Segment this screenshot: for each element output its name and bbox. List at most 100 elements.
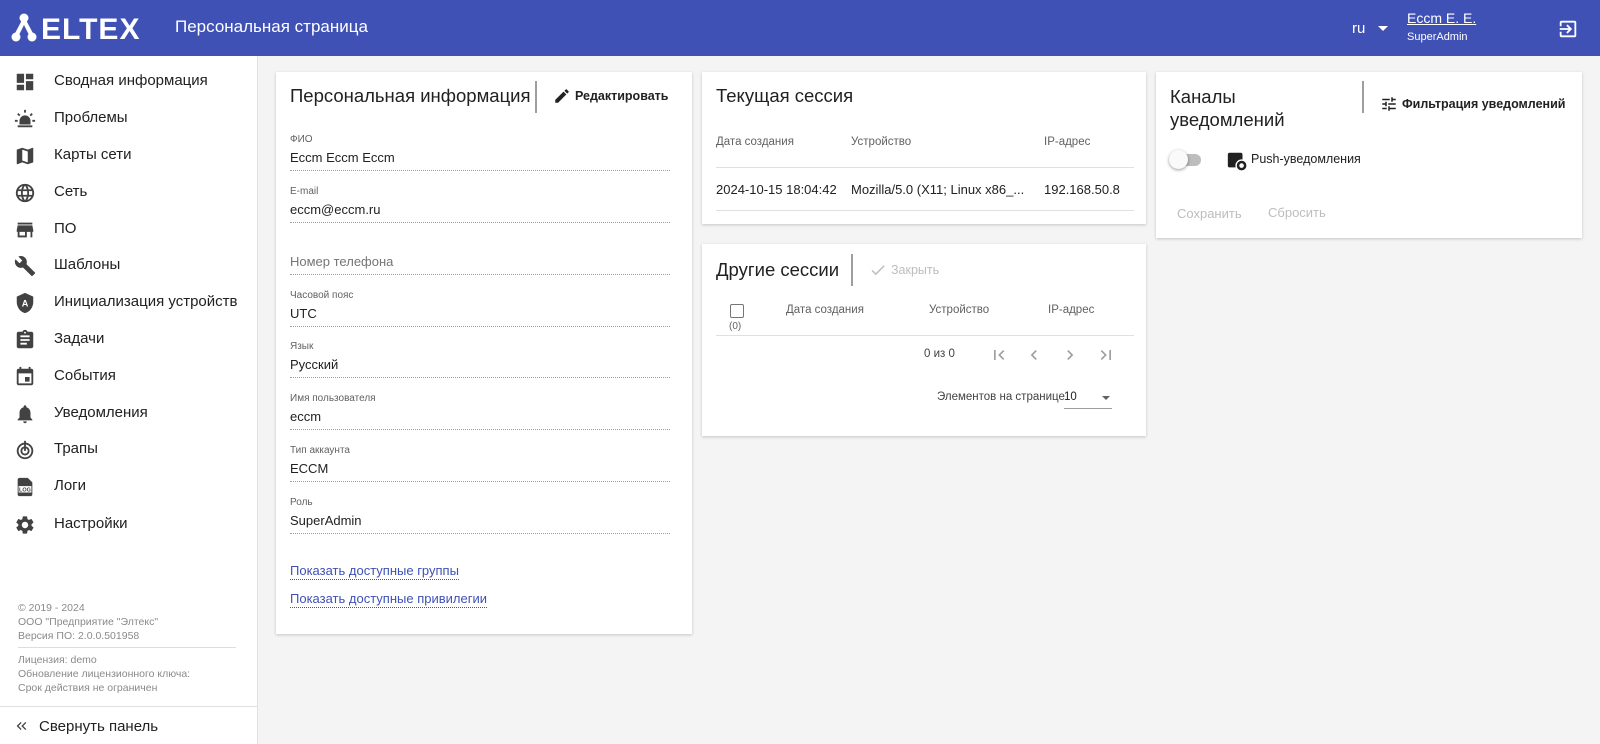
select-underline (1064, 408, 1112, 409)
field-underline (290, 377, 670, 378)
store-icon (16, 222, 34, 238)
collapse-panel-button[interactable]: Свернуть панель (0, 707, 257, 744)
sidebar-item-label: Логи (54, 477, 87, 494)
check-icon (871, 265, 885, 276)
sidebar-item-settings[interactable]: Настройки (0, 506, 257, 542)
filter-notifications-button[interactable]: Фильтрация уведомлений (1380, 95, 1565, 113)
sidebar-item-label: Сеть (54, 183, 88, 200)
sidebar-item-device-init[interactable]: A Инициализация устройств (0, 284, 257, 320)
bell-icon (17, 405, 33, 424)
table-divider (716, 335, 1134, 336)
language-label: Язык (290, 341, 314, 352)
license-term: Срок действия не ограничен (18, 682, 158, 694)
email-value: eccm@eccm.ru (290, 202, 381, 217)
show-groups-link[interactable]: Показать доступные группы (290, 563, 459, 580)
notification-channels-card: Каналы уведомлений Фильтрация уведомлени… (1156, 72, 1582, 238)
double-chevron-left-icon (16, 722, 27, 730)
chevron-down-icon[interactable] (1102, 396, 1110, 400)
sidebar-item-summary[interactable]: Сводная информация (0, 63, 257, 99)
company-name: ООО "Предприятие "Элтекс" (18, 616, 159, 628)
channels-title-line1: Каналы (1170, 86, 1236, 107)
sidebar-item-software[interactable]: ПО (0, 211, 257, 247)
sidebar-item-problems[interactable]: Проблемы (0, 100, 257, 136)
role-label: Роль (290, 497, 313, 508)
reset-button[interactable]: Сбросить (1268, 205, 1326, 220)
previous-page-icon[interactable] (1024, 345, 1044, 365)
language-value: Русский (290, 357, 339, 372)
session-created: 2024-10-15 18:04:42 (716, 182, 837, 197)
next-page-icon[interactable] (1060, 345, 1080, 365)
software-version: Версия ПО: 2.0.0.501958 (18, 630, 140, 642)
select-all-checkbox[interactable] (730, 304, 744, 318)
sidebar-item-tasks[interactable]: Задачи (0, 321, 257, 357)
dashboard-icon (16, 73, 34, 91)
sidebar-item-traps[interactable]: Трапы (0, 431, 257, 467)
sidebar-item-templates[interactable]: Шаблоны (0, 247, 257, 283)
close-sessions-label: Закрыть (891, 263, 940, 277)
role-value: SuperAdmin (290, 513, 362, 528)
sidebar-item-network-maps[interactable]: Карты сети (0, 137, 257, 173)
session-device: Mozilla/5.0 (X11; Linux x86_... (851, 182, 1025, 197)
pagination-range: 0 из 0 (924, 348, 955, 360)
timezone-label: Часовой пояс (290, 290, 354, 301)
field-underline (290, 222, 670, 223)
push-notification-icon (1227, 152, 1248, 172)
account-type-label: Тип аккаунта (290, 445, 350, 456)
clipboard-icon (16, 329, 34, 349)
full-name-label: ФИО (290, 134, 313, 145)
title-separator (851, 254, 853, 286)
sidebar-item-label: Уведомления (54, 404, 148, 421)
personal-info-title: Персональная информация (290, 85, 531, 106)
gear-icon (16, 516, 34, 534)
push-label: Push-уведомления (1251, 152, 1361, 166)
globe-icon (15, 183, 35, 203)
sidebar-item-label: ПО (54, 220, 77, 237)
sidebar-item-label: Сводная информация (54, 72, 208, 89)
field-underline (290, 429, 670, 430)
timezone-value: UTC (290, 306, 317, 321)
column-header-created: Дата создания (786, 304, 864, 316)
svg-text:A: A (22, 299, 29, 309)
user-name-link[interactable]: Eccm E. E. (1407, 10, 1476, 26)
auto-icon: A (16, 292, 34, 314)
tune-icon (1382, 97, 1396, 111)
selected-count: (0) (729, 321, 742, 332)
sidebar-item-label: Задачи (54, 330, 105, 347)
user-role: SuperAdmin (1407, 31, 1468, 43)
edit-button[interactable]: Редактировать (553, 87, 668, 105)
language-select[interactable]: ru (1352, 20, 1365, 37)
map-icon (16, 147, 34, 165)
personal-info-card: Персональная информация Редактировать ФИ… (276, 72, 692, 634)
sidebar-item-network[interactable]: Сеть (0, 174, 257, 210)
first-page-icon[interactable] (989, 345, 1009, 365)
trap-icon (16, 440, 34, 460)
last-page-icon[interactable] (1096, 345, 1116, 365)
field-underline (290, 170, 670, 171)
column-header-device: Устройство (929, 304, 990, 316)
sidebar-item-label: События (54, 367, 116, 384)
eltex-logo[interactable]: ELTEX (10, 12, 155, 44)
save-button[interactable]: Сохранить (1177, 206, 1242, 221)
sidebar-item-logs[interactable]: LOG Логи (0, 468, 257, 504)
chevron-down-icon[interactable] (1378, 26, 1388, 31)
push-toggle-thumb[interactable] (1169, 150, 1188, 169)
table-divider (716, 210, 1134, 211)
channels-title: Каналы уведомлений (1170, 85, 1285, 131)
sidebar-item-notifications[interactable]: Уведомления (0, 395, 257, 431)
items-per-page-select[interactable]: 10 (1064, 391, 1077, 403)
svg-text:LOG: LOG (19, 488, 31, 494)
show-privileges-link[interactable]: Показать доступные привилегии (290, 591, 487, 608)
sidebar-item-events[interactable]: События (0, 358, 257, 394)
email-label: E-mail (290, 186, 319, 197)
other-sessions-card: Другие сессии Закрыть (0) Дата создания … (702, 244, 1146, 436)
sidebar-item-label: Шаблоны (54, 256, 121, 273)
full-name-value: Eccm Eccm Eccm (290, 150, 395, 165)
title-separator (1362, 81, 1364, 113)
column-header-created: Дата создания (716, 136, 794, 148)
close-sessions-button[interactable]: Закрыть (869, 261, 939, 279)
edit-label: Редактировать (575, 89, 669, 103)
logout-icon[interactable] (1557, 18, 1579, 40)
field-underline (290, 481, 670, 482)
table-divider (716, 167, 1134, 168)
field-underline (290, 326, 670, 327)
